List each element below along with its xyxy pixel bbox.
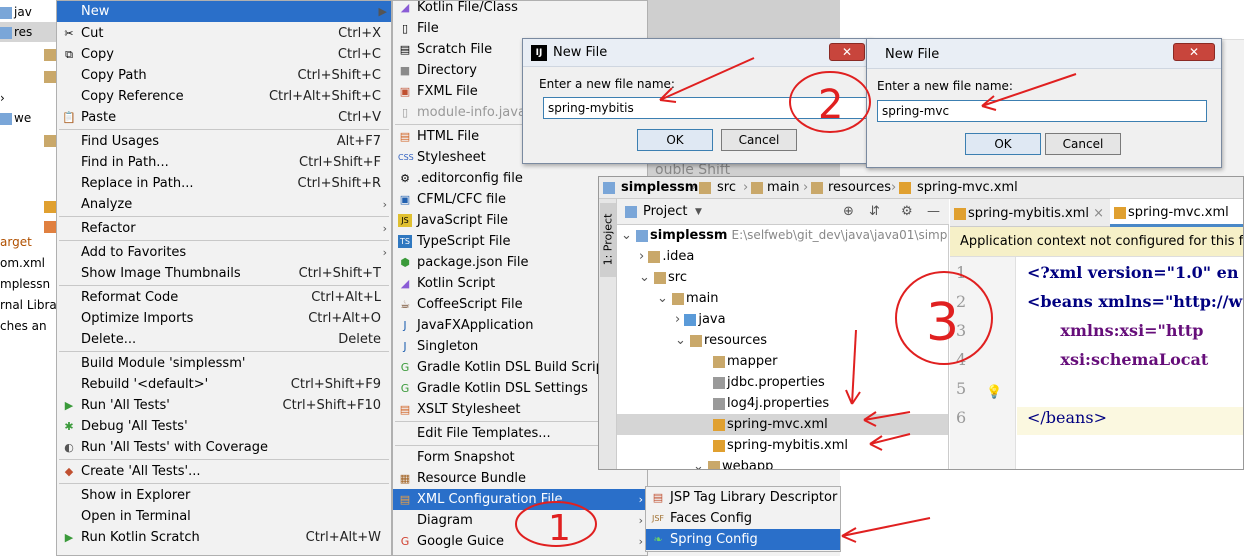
annotation-arrow: [851, 329, 857, 405]
annotation-arrow: [659, 57, 755, 101]
annotation-label-2: 2: [818, 82, 843, 128]
annotation-arrow: [841, 517, 931, 537]
annotation-label-3: 3: [926, 293, 959, 353]
annotation-label-1: 1: [548, 508, 571, 549]
annotation-overlay: 2 3 1: [515, 57, 1077, 549]
annotation-arrow: [981, 73, 1077, 107]
